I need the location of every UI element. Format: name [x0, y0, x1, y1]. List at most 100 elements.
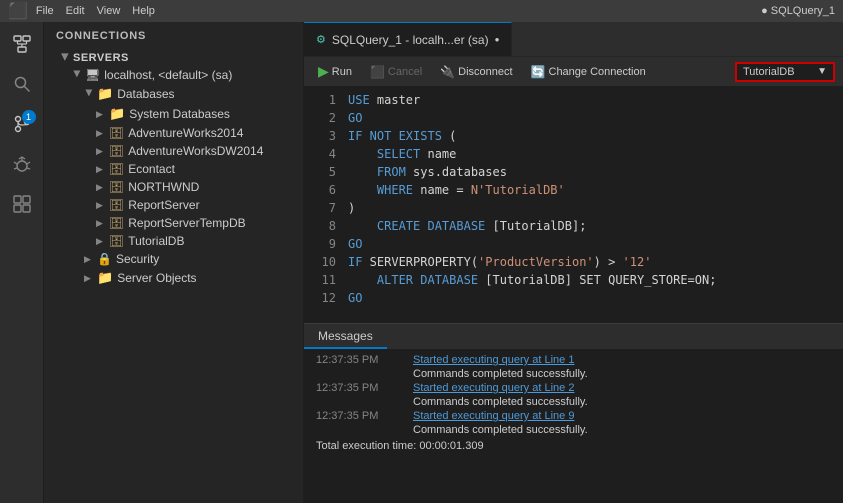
reportserver-icon: 🗄: [109, 198, 124, 212]
server-arrow: ▶: [72, 70, 83, 80]
database-name: TutorialDB: [743, 66, 795, 78]
menu-view[interactable]: View: [97, 5, 121, 17]
menu-file[interactable]: File: [36, 5, 54, 17]
databases-arrow: ▶: [84, 89, 95, 99]
adventureworks-arrow: ▶: [96, 128, 106, 139]
message-followup-row: Commands completed successfully.: [316, 396, 831, 408]
total-execution-time: Total execution time: 00:00:01.309: [316, 440, 831, 452]
code-line: ALTER DATABASE [TutorialDB] SET QUERY_ST…: [348, 271, 835, 289]
code-line: USE master: [348, 91, 835, 109]
adventureworksdw-icon: 🗄: [109, 144, 124, 158]
tree-item-econtact[interactable]: ▶ 🗄 Econtact: [44, 160, 303, 178]
security-icon: 🔒: [97, 252, 112, 266]
message-time: 12:37:35 PM: [316, 354, 401, 366]
systemdb-icon: 📁: [109, 106, 125, 122]
tree-item-tutorialdb[interactable]: ▶ 🗄 TutorialDB: [44, 232, 303, 250]
editor-toolbar: ▶ Run ⬛ Cancel 🔌 Disconnect 🔄 Change Con…: [304, 57, 843, 87]
server-icon: 🖥: [85, 68, 100, 82]
disconnect-icon: 🔌: [440, 65, 455, 79]
code-line: FROM sys.databases: [348, 163, 835, 181]
code-line: ): [348, 199, 835, 217]
adventureworks-label: AdventureWorks2014: [128, 126, 243, 140]
reportserver-label: ReportServer: [128, 198, 199, 212]
servers-label-text: SERVERS: [73, 52, 129, 64]
adventureworks-icon: 🗄: [109, 126, 124, 140]
adventureworksdw-label: AdventureWorksDW2014: [128, 144, 263, 158]
tree-item-reportservertemp[interactable]: ▶ 🗄 ReportServerTempDB: [44, 214, 303, 232]
code-line: IF NOT EXISTS (: [348, 127, 835, 145]
cancel-icon: ⬛: [370, 65, 385, 79]
code-content[interactable]: 123456789101112 USE masterGOIF NOT EXIST…: [304, 87, 843, 323]
message-time: 12:37:35 PM: [316, 382, 401, 394]
tab-unsaved-dot: ●: [495, 35, 500, 44]
tab-label: SQLQuery_1 - localh...er (sa): [332, 33, 489, 47]
tree-item-systemdb[interactable]: ▶ 📁 System Databases: [44, 104, 303, 124]
tree-item-adventureworksdw[interactable]: ▶ 🗄 AdventureWorksDW2014: [44, 142, 303, 160]
sidebar-content: ▶ SERVERS ▶ 🖥 localhost, <default> (sa) …: [44, 48, 303, 503]
tree-item-databases[interactable]: ▶ 📁 Databases: [44, 84, 303, 104]
run-button[interactable]: ▶ Run: [312, 61, 358, 82]
tree-item-adventureworks[interactable]: ▶ 🗄 AdventureWorks2014: [44, 124, 303, 142]
line-numbers: 123456789101112: [304, 87, 340, 323]
tree-item-serverobjects[interactable]: ▶ 📁 Server Objects: [44, 268, 303, 288]
activity-icon-git[interactable]: 1: [4, 106, 40, 142]
message-time: 12:37:35 PM: [316, 410, 401, 422]
code-line: IF SERVERPROPERTY('ProductVersion') > '1…: [348, 253, 835, 271]
app-logo: ⬛: [8, 1, 28, 21]
reportservertemp-icon: 🗄: [109, 216, 124, 230]
code-line: CREATE DATABASE [TutorialDB];: [348, 217, 835, 235]
results-tabs: Messages: [304, 324, 843, 350]
activity-icon-debug[interactable]: [4, 146, 40, 182]
menu-edit[interactable]: Edit: [66, 5, 85, 17]
menu-bar: File Edit View Help: [36, 5, 155, 17]
tree-item-northwnd[interactable]: ▶ 🗄 NORTHWND: [44, 178, 303, 196]
serverobjects-label: Server Objects: [117, 271, 196, 285]
activity-icon-extensions[interactable]: [4, 186, 40, 222]
code-line: GO: [348, 109, 835, 127]
adventureworksdw-arrow: ▶: [96, 146, 106, 157]
servers-label[interactable]: ▶ SERVERS: [44, 50, 303, 66]
message-link[interactable]: Started executing query at Line 1: [413, 354, 574, 366]
messages-tab[interactable]: Messages: [304, 325, 387, 349]
tree-item-reportserver[interactable]: ▶ 🗄 ReportServer: [44, 196, 303, 214]
dropdown-arrow-icon: ▼: [817, 66, 827, 77]
cancel-button[interactable]: ⬛ Cancel: [364, 63, 428, 81]
message-followup-text: Commands completed successfully.: [413, 396, 588, 408]
activity-icon-connections[interactable]: [4, 26, 40, 62]
activity-icon-search[interactable]: [4, 66, 40, 102]
message-link[interactable]: Started executing query at Line 9: [413, 410, 574, 422]
tree-item-server[interactable]: ▶ 🖥 localhost, <default> (sa): [44, 66, 303, 84]
code-editor: 123456789101112 USE masterGOIF NOT EXIST…: [304, 87, 843, 323]
message-row: 12:37:35 PM Started executing query at Li…: [316, 354, 831, 366]
econtact-label: Econtact: [128, 162, 175, 176]
disconnect-button[interactable]: 🔌 Disconnect: [434, 63, 518, 81]
code-line: WHERE name = N'TutorialDB': [348, 181, 835, 199]
databases-folder-icon: 📁: [97, 86, 113, 102]
tree-section-servers: ▶ SERVERS ▶ 🖥 localhost, <default> (sa) …: [44, 48, 303, 290]
security-label: Security: [116, 252, 159, 266]
title-bar: ⬛ File Edit View Help ● SQLQuery_1: [0, 0, 843, 22]
serverobjects-arrow: ▶: [84, 273, 94, 284]
change-connection-button[interactable]: 🔄 Change Connection: [525, 63, 652, 81]
servers-arrow: ▶: [60, 53, 71, 63]
tree-item-security[interactable]: ▶ 🔒 Security: [44, 250, 303, 268]
systemdb-label: System Databases: [129, 107, 230, 121]
server-label: localhost, <default> (sa): [104, 68, 232, 82]
tutorialdb-icon: 🗄: [109, 234, 124, 248]
message-row: 12:37:35 PM Started executing query at Li…: [316, 382, 831, 394]
security-arrow: ▶: [84, 254, 94, 265]
systemdb-arrow: ▶: [96, 109, 106, 120]
menu-help[interactable]: Help: [132, 5, 155, 17]
sidebar: CONNECTIONS ▶ SERVERS ▶ 🖥 localhost, <de…: [44, 22, 304, 503]
tutorialdb-arrow: ▶: [96, 236, 106, 247]
message-link[interactable]: Started executing query at Line 2: [413, 382, 574, 394]
message-followup-text: Commands completed successfully.: [413, 368, 588, 380]
tab-sql-icon: ⚙: [316, 33, 326, 46]
northwnd-icon: 🗄: [109, 180, 124, 194]
database-dropdown[interactable]: TutorialDB ▼: [735, 62, 835, 82]
git-badge: 1: [22, 110, 36, 124]
change-connection-icon: 🔄: [531, 65, 546, 79]
databases-label: Databases: [117, 87, 174, 101]
editor-tab[interactable]: ⚙ SQLQuery_1 - localh...er (sa) ●: [304, 22, 512, 56]
code-lines[interactable]: USE masterGOIF NOT EXISTS ( SELECT name …: [340, 87, 843, 323]
